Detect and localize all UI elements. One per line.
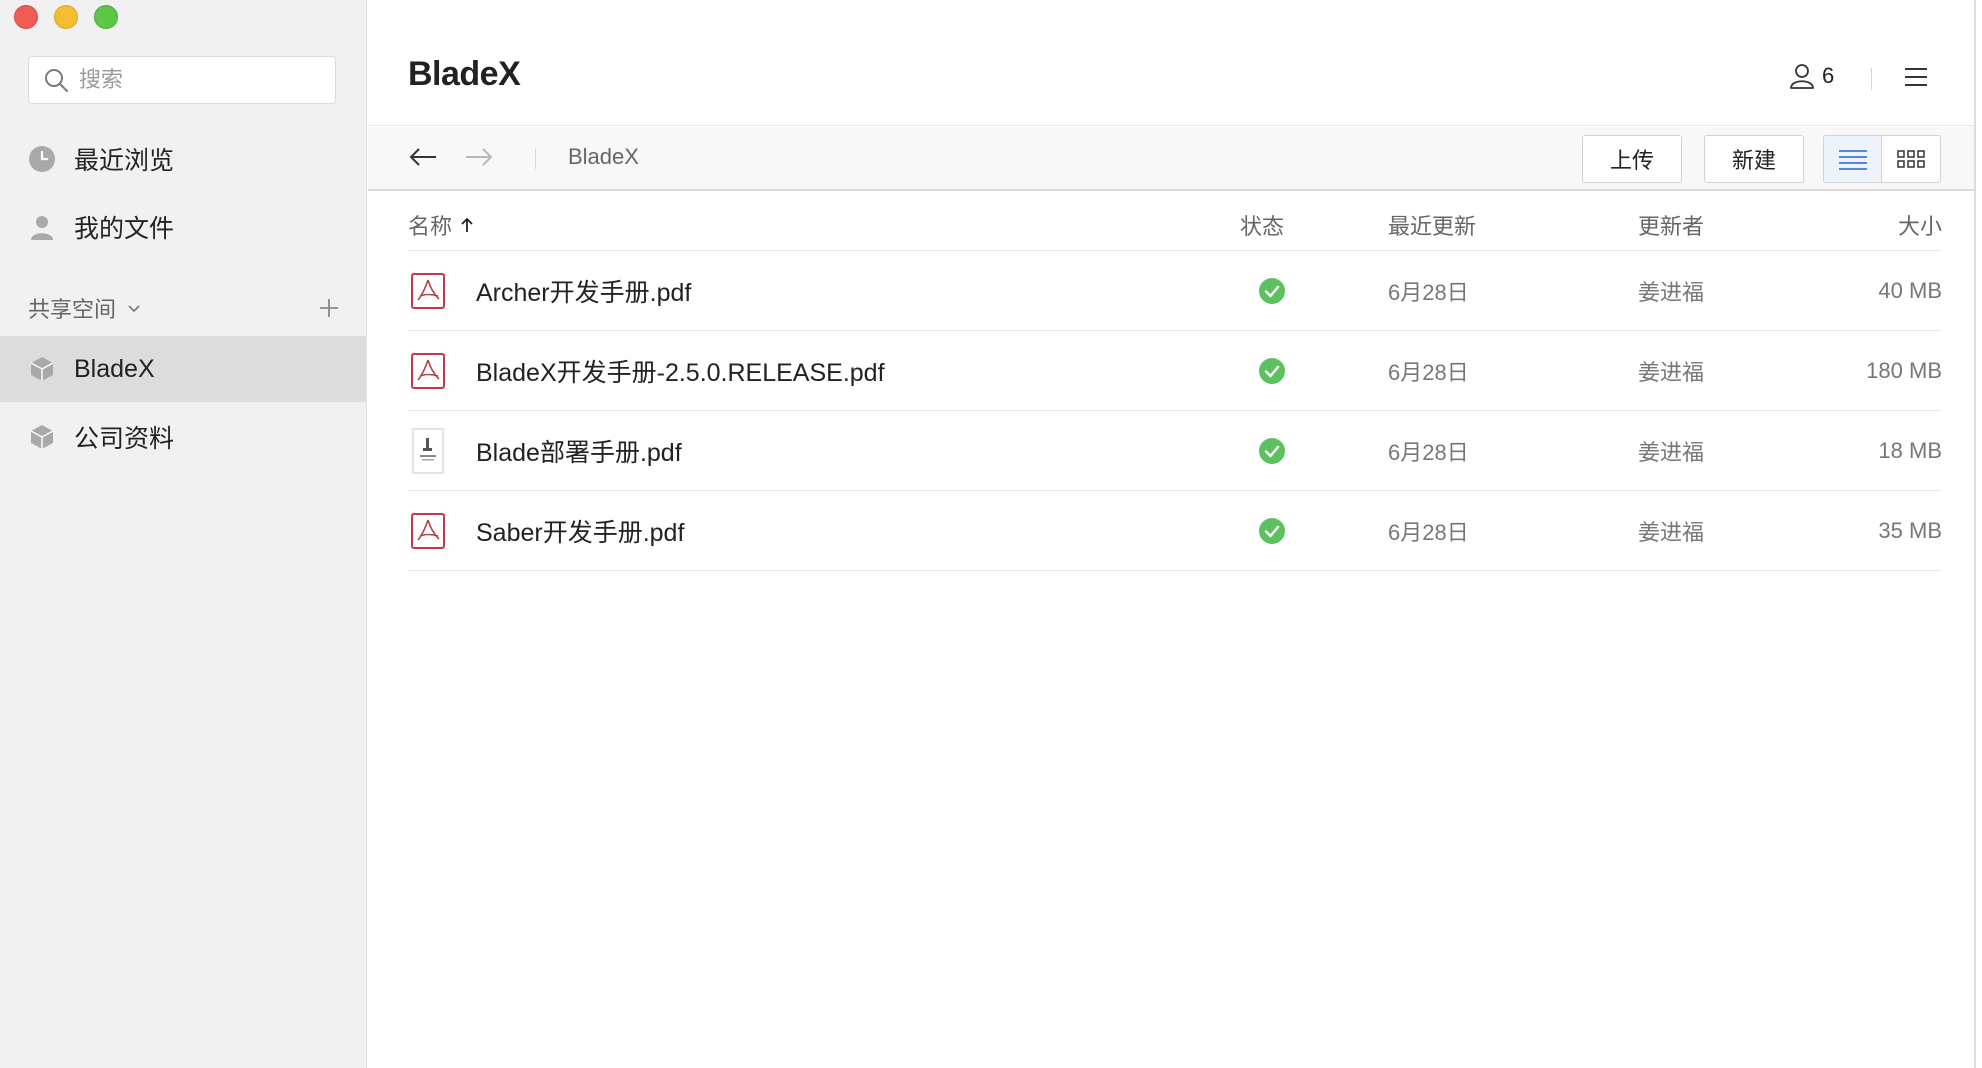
updated-date: 6月28日 <box>1388 360 1469 385</box>
shared-spaces-header: 共享空间 <box>28 288 340 328</box>
column-header-status: 状态 <box>1240 214 1285 239</box>
sidebar-item-label: 我的文件 <box>74 215 175 243</box>
updated-date: 6月28日 <box>1388 280 1469 305</box>
file-size: 18 MB <box>1878 438 1942 463</box>
table-row[interactable]: Saber开发手册.pdf 6月28日 姜进福 35 MB <box>408 491 1942 571</box>
column-header-size[interactable]: 大小 <box>1898 209 1942 241</box>
shared-spaces-toggle[interactable]: 共享空间 <box>28 292 142 324</box>
synced-check-icon <box>1258 437 1286 465</box>
table-row[interactable]: Blade部署手册.pdf 6月28日 姜进福 18 MB <box>408 411 1942 491</box>
sidebar-item-company-docs[interactable]: 公司资料 <box>0 404 366 470</box>
person-outline-icon <box>1788 62 1816 90</box>
new-button[interactable]: 新建 <box>1704 135 1804 183</box>
cube-icon <box>28 355 56 383</box>
list-view-icon <box>1838 148 1868 170</box>
file-name: Blade部署手册.pdf <box>476 439 682 467</box>
chevron-down-icon <box>126 300 142 316</box>
main-panel: BladeX 6 BladeX 上传 新建 名称 状态 最近更新 更新者 大小 … <box>368 0 1982 1068</box>
sidebar-item-bladex[interactable]: BladeX <box>0 336 366 402</box>
updater-name: 姜进福 <box>1638 360 1705 385</box>
synced-check-icon <box>1258 357 1286 385</box>
back-button[interactable] <box>408 145 438 169</box>
close-window-button[interactable] <box>14 5 38 29</box>
app-window: 最近浏览 我的文件 共享空间 BladeX <box>0 0 1982 1068</box>
hamburger-menu-icon <box>1904 66 1928 88</box>
file-table: 名称 状态 最近更新 更新者 大小 Archer开发手册.pdf 6月28日 姜… <box>408 193 1942 571</box>
user-icon <box>28 213 56 241</box>
search-box[interactable] <box>28 56 336 104</box>
search-icon <box>43 67 69 93</box>
list-view-button[interactable] <box>1824 136 1883 182</box>
status-cell <box>1258 251 1286 331</box>
file-size: 40 MB <box>1878 278 1942 303</box>
table-row[interactable]: BladeX开发手册-2.5.0.RELEASE.pdf 6月28日 姜进福 1… <box>408 331 1942 411</box>
sidebar: 最近浏览 我的文件 共享空间 BladeX <box>0 0 367 1068</box>
column-header-updated[interactable]: 最近更新 <box>1388 209 1476 241</box>
file-size: 180 MB <box>1866 358 1942 383</box>
file-name: Archer开发手册.pdf <box>476 279 692 307</box>
file-name: Saber开发手册.pdf <box>476 519 685 547</box>
header-divider <box>1871 68 1872 90</box>
arrow-left-icon <box>408 145 438 169</box>
members-button[interactable]: 6 <box>1788 62 1834 90</box>
breadcrumb[interactable]: BladeX <box>568 144 639 170</box>
page-header: BladeX 6 <box>368 0 1974 126</box>
status-cell <box>1258 491 1286 571</box>
view-mode-toggle <box>1823 135 1941 183</box>
document-thumbnail-icon <box>410 411 446 491</box>
synced-check-icon <box>1258 517 1286 545</box>
search-input[interactable] <box>79 67 319 93</box>
file-size: 35 MB <box>1878 518 1942 543</box>
sidebar-item-label: 最近浏览 <box>74 147 175 175</box>
clock-icon <box>28 145 56 173</box>
toolbar: BladeX 上传 新建 <box>368 127 1974 191</box>
column-header-updater: 更新者 <box>1638 214 1705 239</box>
table-row[interactable]: Archer开发手册.pdf 6月28日 姜进福 40 MB <box>408 251 1942 331</box>
updated-date: 6月28日 <box>1388 520 1469 545</box>
column-label: 名称 <box>408 214 453 239</box>
window-controls <box>14 5 118 29</box>
status-cell <box>1258 411 1286 491</box>
grid-view-icon <box>1897 149 1925 169</box>
sidebar-item-label: BladeX <box>74 354 155 383</box>
upload-button[interactable]: 上传 <box>1582 135 1682 183</box>
updater-name: 姜进福 <box>1638 280 1705 305</box>
page-title: BladeX <box>408 55 521 93</box>
column-header-name[interactable]: 名称 <box>408 209 474 241</box>
shared-spaces-title: 共享空间 <box>28 297 117 322</box>
forward-button[interactable] <box>464 145 494 169</box>
synced-check-icon <box>1258 277 1286 305</box>
sidebar-item-recent[interactable]: 最近浏览 <box>0 126 366 192</box>
toolbar-divider <box>535 149 536 169</box>
updated-date: 6月28日 <box>1388 440 1469 465</box>
minimize-window-button[interactable] <box>54 5 78 29</box>
sidebar-item-my-files[interactable]: 我的文件 <box>0 194 366 260</box>
updater-name: 姜进福 <box>1638 440 1705 465</box>
sidebar-item-label: 公司资料 <box>74 425 175 453</box>
grid-view-button[interactable] <box>1882 136 1940 182</box>
arrow-right-icon <box>464 145 494 169</box>
add-space-button[interactable] <box>318 297 340 319</box>
pdf-icon <box>410 491 446 571</box>
menu-button[interactable] <box>1904 66 1928 88</box>
file-name: BladeX开发手册-2.5.0.RELEASE.pdf <box>476 359 885 387</box>
pdf-icon <box>410 251 446 331</box>
zoom-window-button[interactable] <box>94 5 118 29</box>
pdf-icon <box>410 331 446 411</box>
updater-name: 姜进福 <box>1638 520 1705 545</box>
cube-icon <box>28 423 56 451</box>
sort-ascending-icon <box>460 217 474 233</box>
status-cell <box>1258 331 1286 411</box>
table-header: 名称 状态 最近更新 更新者 大小 <box>408 193 1942 251</box>
member-count: 6 <box>1822 63 1835 88</box>
